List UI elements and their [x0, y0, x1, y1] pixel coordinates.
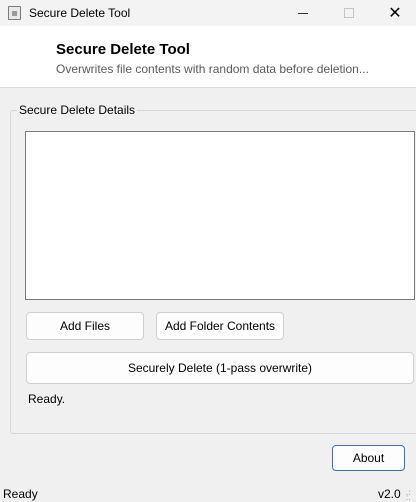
details-group-label: Secure Delete Details	[17, 103, 138, 117]
about-button[interactable]: About	[332, 445, 405, 471]
file-list[interactable]	[25, 131, 415, 300]
maximize-icon	[344, 8, 354, 18]
status-bar-text: Ready	[3, 487, 38, 501]
status-text: Ready.	[28, 392, 66, 406]
resize-grip-icon[interactable]: .::.	[406, 489, 415, 502]
header-subtitle: Overwrites file contents with random dat…	[56, 62, 369, 76]
minimize-button[interactable]	[280, 0, 326, 26]
minimize-icon	[298, 12, 308, 14]
version-label: v2.0	[378, 487, 401, 501]
title-bar[interactable]: Secure Delete Tool ✕	[0, 0, 416, 26]
status-bar: Ready v2.0 .::.	[0, 484, 416, 502]
securely-delete-button[interactable]: Securely Delete (1-pass overwrite)	[26, 352, 414, 384]
app-icon	[8, 6, 21, 20]
close-icon: ✕	[388, 5, 402, 22]
header-panel: Secure Delete Tool Overwrites file conte…	[0, 26, 416, 88]
add-files-button[interactable]: Add Files	[26, 312, 144, 340]
window-title: Secure Delete Tool	[29, 6, 131, 20]
maximize-button[interactable]	[326, 0, 372, 26]
header-title: Secure Delete Tool	[56, 41, 190, 58]
close-button[interactable]: ✕	[372, 0, 416, 26]
add-folder-contents-button[interactable]: Add Folder Contents	[156, 312, 284, 340]
